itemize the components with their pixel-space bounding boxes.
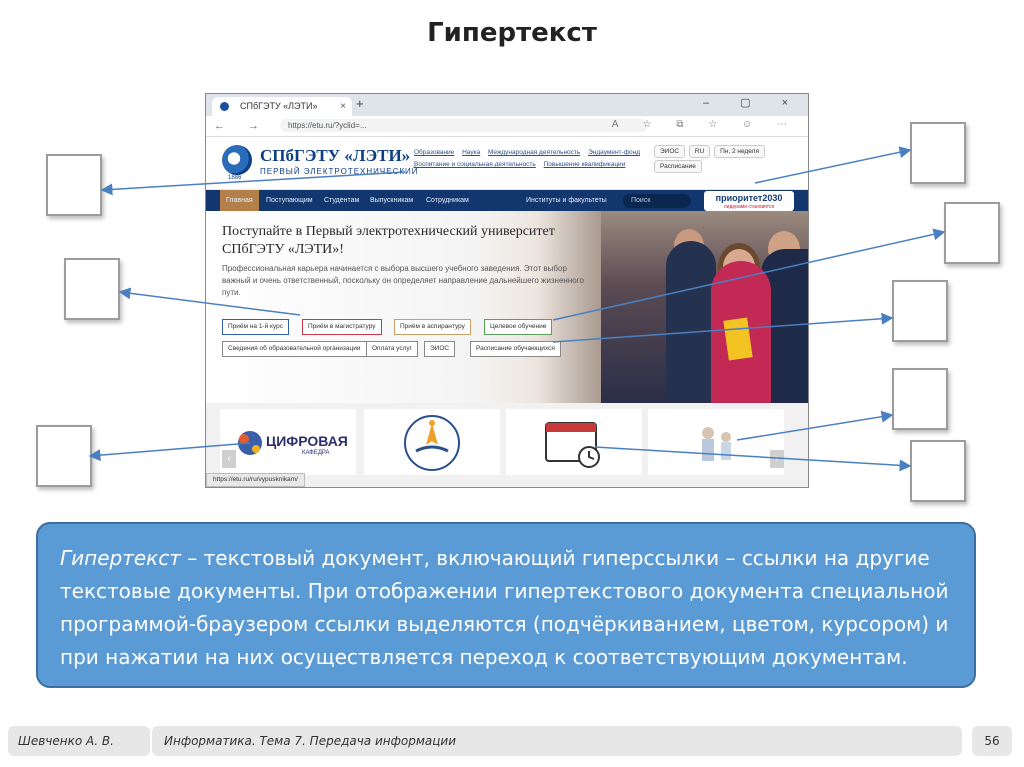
top-link[interactable]: Повышение квалификации [544,161,626,168]
card-digital-title: ЦИФРОВАЯ [266,433,348,449]
week-chip[interactable]: Пн, 2 неделя [714,145,765,158]
payment-button[interactable]: Оплата услуг [366,341,419,357]
carousel-prev-icon[interactable]: ‹ [222,450,236,468]
org-info-button[interactable]: Сведения об образовательной организации [222,341,367,357]
menu-home[interactable]: Главная [220,190,259,212]
window-controls[interactable]: – ▢ × [703,96,802,109]
open-book-emblem-icon [404,415,460,471]
definition-term: Гипертекст [60,546,181,570]
eios-button[interactable]: ЭИОС [424,341,456,357]
eios-chip[interactable]: ЭИОС [654,145,686,158]
priority-2030-logo[interactable]: приоритет2030 лидерами становятся [704,191,794,211]
menu-institutes[interactable]: Институты и факультеты [526,190,607,212]
student-schedule-button[interactable]: Расписание обучающихся [470,341,561,357]
priority-label: приоритет2030 [715,193,783,203]
callout-box [944,202,1000,264]
top-link[interactable]: Наука [462,149,480,156]
people-card[interactable] [648,409,784,475]
address-bar: ← → ↻ https://etu.ru/?yclid=... A ☆ ⧉ ☆ … [206,116,808,137]
callout-box [910,122,966,184]
top-link[interactable]: Международная деятельность [488,149,580,156]
tab-title: СПбГЭТУ «ЛЭТИ» [240,101,318,111]
student-figure [666,241,716,401]
site-search-input[interactable]: Поиск [623,194,691,208]
status-bar: https://etu.ru/ru/vypusknikam/ [206,473,305,487]
people-illustration-icon [702,427,731,461]
schedule-chip[interactable]: Расписание [654,160,702,173]
admission-phd-button[interactable]: Приём в аспирантуру [394,319,471,335]
hero-text: Профессиональная карьера начинается с вы… [222,264,584,297]
site-name[interactable]: СПбГЭТУ «ЛЭТИ» [260,146,410,166]
targeted-training-button[interactable]: Целевое обучение [484,319,553,335]
priority-sub: лидерами становятся [723,204,775,210]
calendar-clock-icon [545,422,600,468]
callout-box [36,425,92,487]
toolbar-icons[interactable]: A ☆ ⧉ ☆ ☺ ⋯ [612,119,798,130]
definition-panel: Гипертекст – текстовый документ, включаю… [36,522,976,688]
menu-staff[interactable]: Сотрудникам [426,190,469,212]
top-link[interactable]: Образование [414,149,454,156]
admission-bachelor-button[interactable]: Приём на 1-й курс [222,319,289,335]
callout-box [892,280,948,342]
cards-strip: ЦИФРОВАЯ КАФЕДРА ‹ › https://etu.ru/ru/v… [206,403,808,487]
education-card[interactable] [364,409,500,475]
browser-tab[interactable]: СПбГЭТУ «ЛЭТИ» × [212,97,352,116]
top-links: Образование Наука Международная деятельн… [414,147,654,171]
hero-banner: Поступайте в Первый электротехнический у… [206,211,808,403]
admission-master-button[interactable]: Приём в магистратуру [302,319,382,335]
callout-box [892,368,948,430]
page-number: 56 [972,726,1012,756]
footer-course: Информатика. Тема 7. Передача информации [152,726,962,756]
carousel-next-icon[interactable]: › [770,450,784,468]
browser-tab-bar: СПбГЭТУ «ЛЭТИ» × + – ▢ × [206,94,808,116]
site-menu: Главная Поступающим Студентам Выпускника… [206,190,808,212]
menu-applicants[interactable]: Поступающим [266,190,313,212]
callout-box [64,258,120,320]
slide-title: Гипертекст [427,18,597,48]
language-chip[interactable]: RU [688,145,711,158]
tab-close-icon[interactable]: × [340,97,346,116]
new-tab-icon[interactable]: + [356,96,364,111]
menu-students[interactable]: Студентам [324,190,359,212]
header-controls: ЭИОС RU Пн, 2 неделя Расписание [654,143,794,173]
schedule-card[interactable] [506,409,642,475]
site-favicon-icon [220,102,229,111]
url-field[interactable]: https://etu.ru/?yclid=... [280,119,648,132]
footer-author: Шевченко А. В. [8,726,150,756]
top-link[interactable]: Эндаумент-фонд [588,149,640,156]
site-subtitle: ПЕРВЫЙ ЭЛЕКТРОТЕХНИЧЕСКИЙ [260,167,419,176]
card-digital-subtitle: КАФЕДРА [302,450,330,456]
callout-box [46,154,102,216]
logo-year: 1886 [228,175,242,181]
callout-box [910,440,966,502]
definition-body: – текстовый документ, включающий гиперсс… [60,546,949,669]
top-link[interactable]: Воспитание и социальная деятельность [414,161,536,168]
university-logo-icon[interactable] [222,145,252,175]
menu-graduates[interactable]: Выпускникам [370,190,413,212]
browser-screenshot: СПбГЭТУ «ЛЭТИ» × + – ▢ × ← → ↻ https://e… [205,93,809,488]
hero-title: Поступайте в Первый электротехнический у… [222,224,555,257]
digital-department-card[interactable]: ЦИФРОВАЯ КАФЕДРА [220,409,356,475]
site-header: 1886 СПбГЭТУ «ЛЭТИ» ПЕРВЫЙ ЭЛЕКТРОТЕХНИЧ… [206,137,808,190]
